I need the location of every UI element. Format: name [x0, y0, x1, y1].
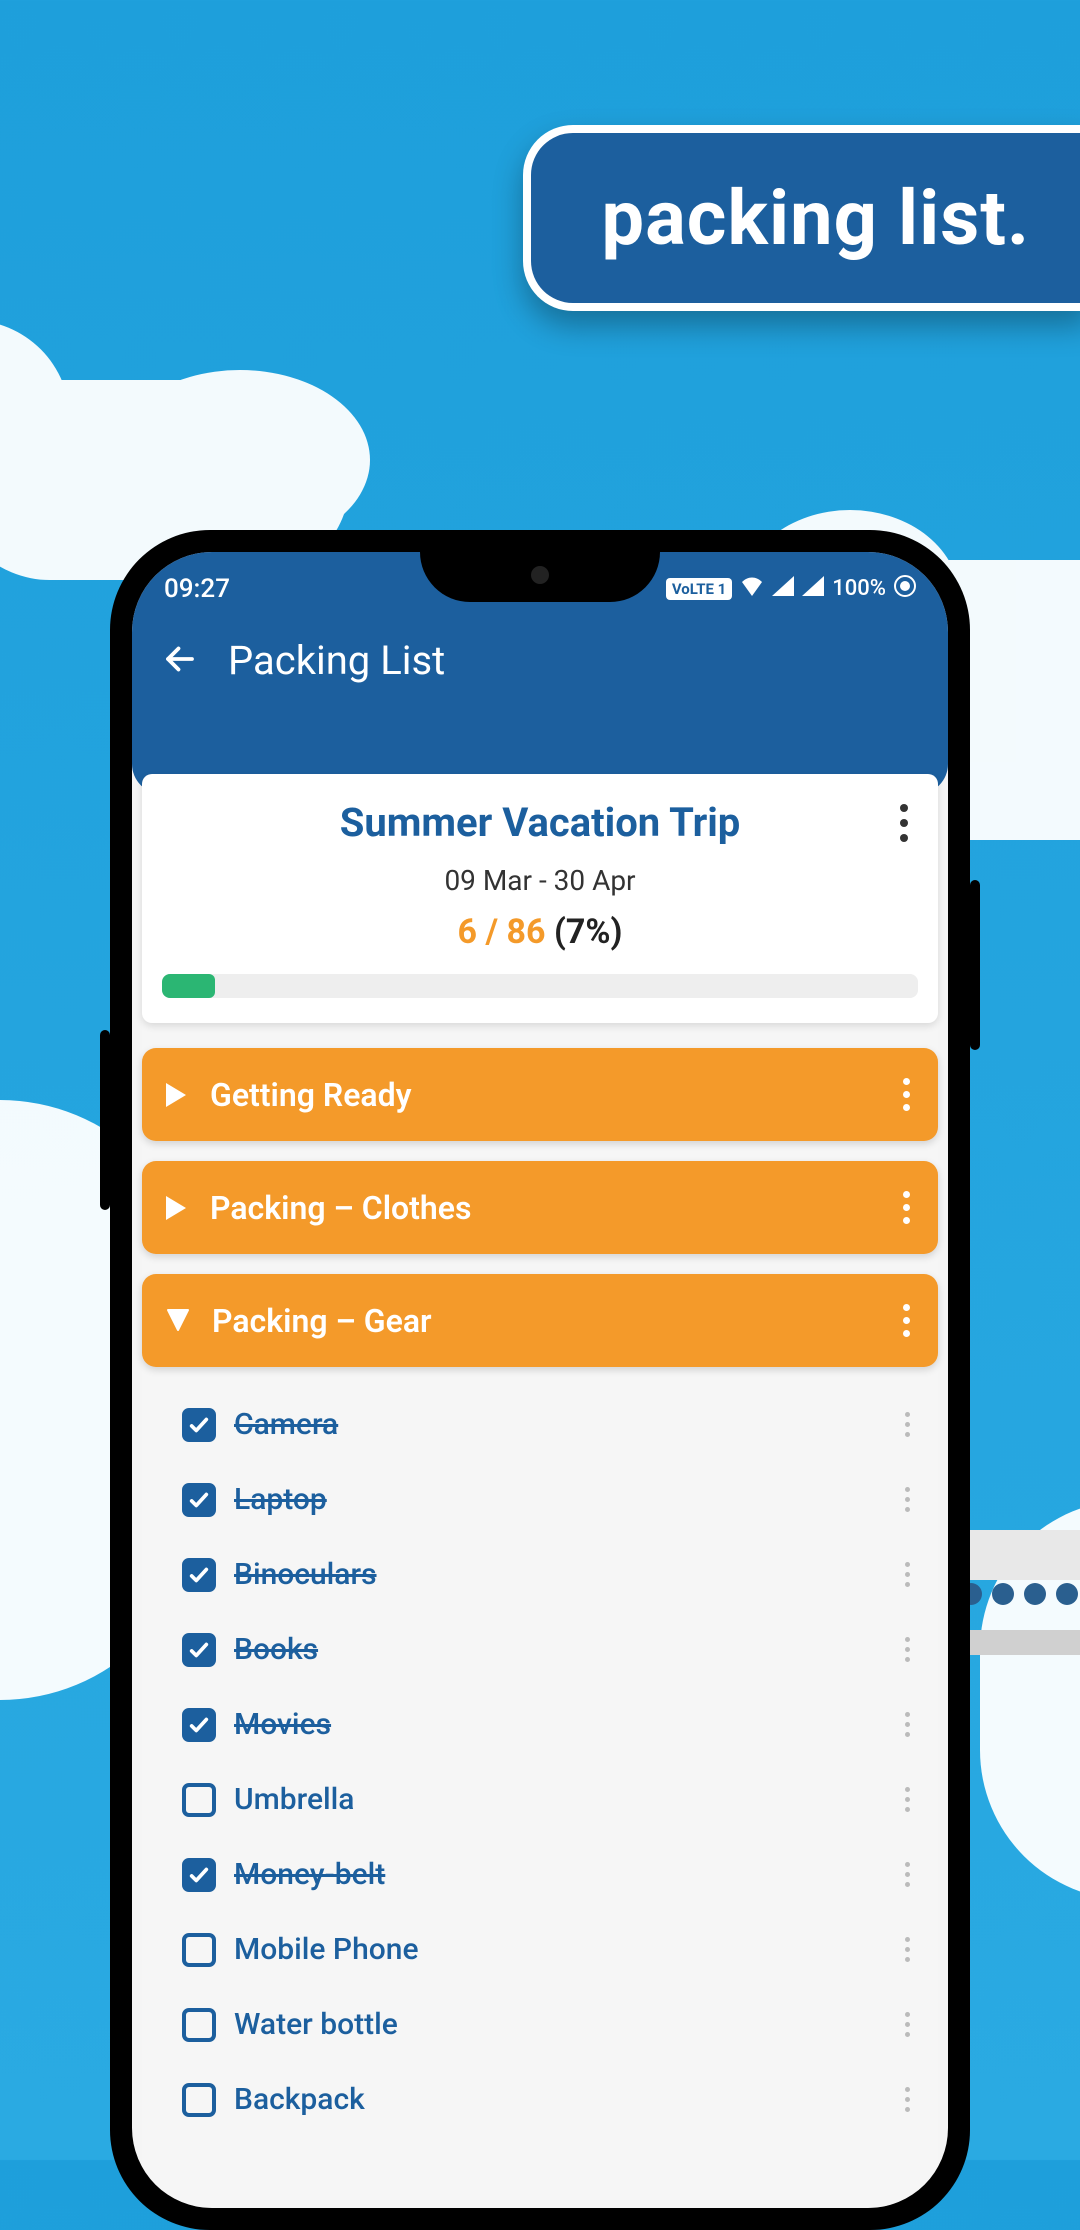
checklist-item[interactable]: Camera [142, 1387, 938, 1462]
checkbox[interactable] [182, 2083, 216, 2117]
progress-done: 6 [458, 912, 478, 952]
play-icon [164, 1081, 190, 1109]
item-label: Books [234, 1632, 318, 1667]
play-icon [164, 1194, 190, 1222]
item-label: Binoculars [234, 1557, 377, 1592]
volte-badge: VoLTE 1 [666, 578, 732, 600]
phone-screen: 09:27 VoLTE 1 100% [132, 552, 948, 2208]
checklist-item[interactable]: Movies [142, 1687, 938, 1762]
checklist-item[interactable]: Binoculars [142, 1537, 938, 1612]
item-menu-button[interactable] [897, 1629, 918, 1670]
item-menu-button[interactable] [897, 1779, 918, 1820]
checkbox[interactable] [182, 1633, 216, 1667]
trip-summary-card: Summer Vacation Trip 09 Mar - 30 Apr 6 /… [142, 774, 938, 1023]
item-menu-button[interactable] [897, 1929, 918, 1970]
phone-frame: 09:27 VoLTE 1 100% [110, 530, 970, 2230]
item-label: Laptop [234, 1482, 327, 1517]
item-label: Mobile Phone [234, 1932, 419, 1967]
checkbox[interactable] [182, 1408, 216, 1442]
item-label: Camera [234, 1407, 338, 1442]
progress-percent: (7%) [554, 912, 622, 952]
item-label: Money-belt [234, 1857, 385, 1892]
checklist-item[interactable]: Money-belt [142, 1837, 938, 1912]
checklist: Camera Laptop Binoculars Books Movies Umbrell… [142, 1387, 938, 2137]
checkbox[interactable] [182, 1483, 216, 1517]
back-button[interactable] [162, 641, 198, 681]
checklist-item[interactable]: Water bottle [142, 1987, 938, 2062]
promo-badge: packing list. [523, 125, 1080, 311]
battery-icon [894, 575, 916, 603]
checklist-item[interactable]: Mobile Phone [142, 1912, 938, 1987]
section-header[interactable]: Packing – Clothes [142, 1161, 938, 1254]
checkbox[interactable] [182, 1558, 216, 1592]
page-title: Packing List [228, 637, 445, 684]
section-header[interactable]: Getting Ready [142, 1048, 938, 1141]
checkbox[interactable] [182, 1858, 216, 1892]
section-header[interactable]: Packing – Gear [142, 1274, 938, 1367]
checklist-item[interactable]: Umbrella [142, 1762, 938, 1837]
trip-title: Summer Vacation Trip [162, 799, 918, 846]
trip-progress-text: 6 / 86 (7%) [162, 912, 918, 952]
checklist-item[interactable]: Books [142, 1612, 938, 1687]
section-label: Packing – Gear [212, 1302, 877, 1340]
chevron-down-icon [164, 1308, 192, 1334]
trip-menu-button[interactable] [890, 794, 918, 852]
checkbox[interactable] [182, 1708, 216, 1742]
progress-fill [162, 974, 215, 998]
section-menu-button[interactable] [897, 1072, 916, 1117]
checklist-item[interactable]: Backpack [142, 2062, 938, 2137]
item-menu-button[interactable] [897, 1704, 918, 1745]
item-label: Movies [234, 1707, 331, 1742]
item-menu-button[interactable] [897, 1854, 918, 1895]
item-menu-button[interactable] [897, 2079, 918, 2120]
phone-power-button [970, 880, 980, 1050]
section-label: Packing – Clothes [210, 1189, 877, 1227]
progress-bar [162, 974, 918, 998]
item-menu-button[interactable] [897, 1404, 918, 1445]
checkbox[interactable] [182, 2008, 216, 2042]
sections-list: Getting Ready Packing – Clothes Packing – … [142, 1048, 938, 2137]
trip-dates: 09 Mar - 30 Apr [162, 864, 918, 897]
checklist-item[interactable]: Laptop [142, 1462, 938, 1537]
checkbox[interactable] [182, 1933, 216, 1967]
status-time: 09:27 [164, 574, 230, 604]
section-label: Getting Ready [210, 1076, 877, 1114]
item-menu-button[interactable] [897, 1479, 918, 1520]
item-menu-button[interactable] [897, 1554, 918, 1595]
wifi-icon [740, 576, 764, 602]
progress-total: 86 [507, 912, 546, 952]
airplane-decoration [960, 1583, 1080, 1605]
signal-icon [802, 576, 824, 602]
section-menu-button[interactable] [897, 1298, 916, 1343]
section-menu-button[interactable] [897, 1185, 916, 1230]
signal-icon [772, 576, 794, 602]
item-label: Water bottle [234, 2007, 398, 2042]
phone-volume-button [100, 1030, 110, 1210]
content-area: Summer Vacation Trip 09 Mar - 30 Apr 6 /… [132, 774, 948, 2137]
checkbox[interactable] [182, 1783, 216, 1817]
phone-notch [420, 552, 660, 602]
item-menu-button[interactable] [897, 2004, 918, 2045]
item-label: Umbrella [234, 1782, 354, 1817]
item-label: Backpack [234, 2082, 365, 2117]
battery-text: 100% [832, 576, 886, 601]
